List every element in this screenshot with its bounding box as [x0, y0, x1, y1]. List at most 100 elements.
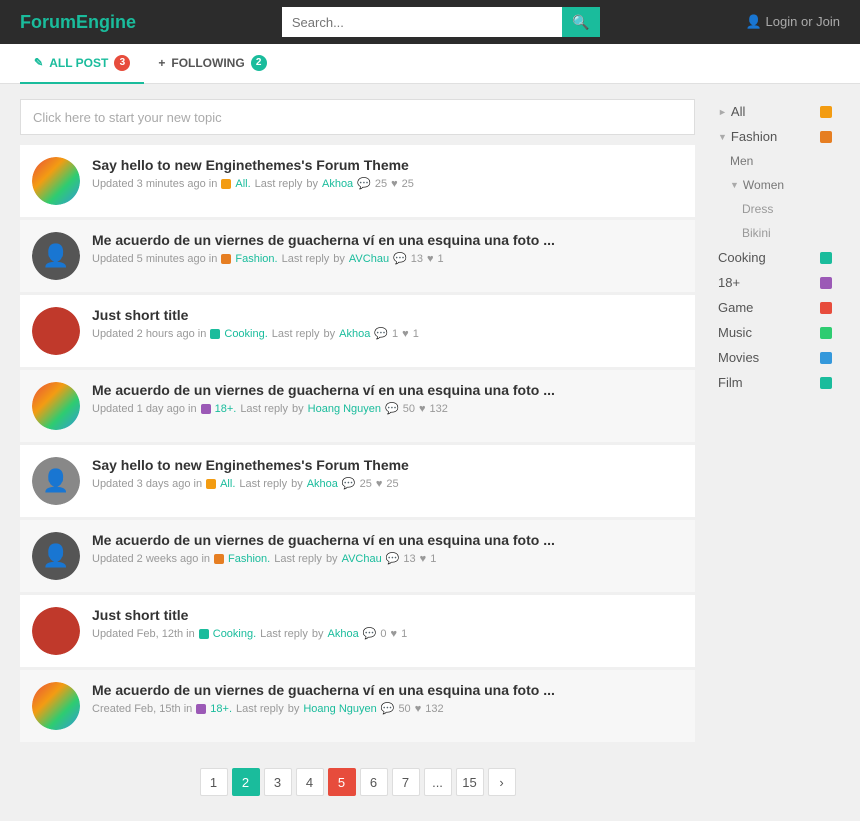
like-icon: ♥	[391, 628, 398, 640]
like-icon: ♥	[419, 403, 426, 415]
category-badge	[214, 554, 224, 564]
sidebar-category-label: Cooking	[718, 250, 766, 265]
post-title[interactable]: Me acuerdo de un viernes de guacherna ví…	[92, 382, 683, 398]
like-icon: ♥	[427, 253, 434, 265]
tabs-bar: ✎ ALL POST 3 + FOLLOWING 2	[0, 44, 860, 84]
search-input[interactable]	[282, 7, 562, 37]
avatar	[32, 607, 80, 655]
logo-highlight: Engine	[76, 12, 136, 32]
category-label[interactable]: 18+.	[215, 403, 237, 415]
like-count: 1	[401, 628, 407, 640]
post-time: Updated 3 minutes ago in	[92, 178, 217, 190]
comment-icon: 💬	[385, 402, 399, 415]
page-3[interactable]: 3	[264, 768, 292, 796]
post-item: Say hello to new Enginethemes's Forum Th…	[20, 145, 695, 218]
last-reply-author[interactable]: Akhoa	[307, 478, 338, 490]
logo-text: Forum	[20, 12, 76, 32]
last-reply-author[interactable]: AVChau	[349, 253, 389, 265]
user-icon: 👤	[746, 14, 762, 29]
logo: ForumEngine	[20, 12, 136, 33]
comment-count: 1	[392, 328, 398, 340]
category-label[interactable]: All.	[220, 478, 235, 490]
post-title[interactable]: Me acuerdo de un viernes de guacherna ví…	[92, 232, 683, 248]
pagination: 1 2 3 4 5 6 7 ... 15 ›	[20, 758, 695, 806]
sidebar-item-bikini[interactable]: Bikini	[710, 221, 840, 245]
comment-count: 25	[360, 478, 372, 490]
sidebar-item-music[interactable]: Music	[710, 320, 840, 345]
post-title[interactable]: Say hello to new Enginethemes's Forum Th…	[92, 457, 683, 473]
like-icon: ♥	[391, 178, 398, 190]
post-time: Updated 2 hours ago in	[92, 328, 206, 340]
like-icon: ♥	[376, 478, 383, 490]
post-title[interactable]: Me acuerdo de un viernes de guacherna ví…	[92, 682, 683, 698]
comment-count: 50	[398, 703, 410, 715]
sidebar-item-18+[interactable]: 18+	[710, 270, 840, 295]
post-title[interactable]: Just short title	[92, 607, 683, 623]
comment-icon: 💬	[363, 627, 377, 640]
sidebar-category-label: All	[731, 104, 745, 119]
tab-all-post[interactable]: ✎ ALL POST 3	[20, 44, 144, 84]
comment-icon: 💬	[374, 327, 388, 340]
category-color-dot	[820, 252, 832, 264]
avatar: 👤	[32, 457, 80, 505]
new-topic-input[interactable]: Click here to start your new topic	[20, 99, 695, 135]
last-reply-author[interactable]: Hoang Nguyen	[303, 703, 376, 715]
post-title[interactable]: Just short title	[92, 307, 683, 323]
last-reply-author[interactable]: AVChau	[342, 553, 382, 565]
comment-icon: 💬	[386, 552, 400, 565]
sidebar-item-dress[interactable]: Dress	[710, 197, 840, 221]
category-label[interactable]: Cooking.	[224, 328, 267, 340]
last-reply-author[interactable]: Hoang Nguyen	[308, 403, 381, 415]
sidebar-item-cooking[interactable]: Cooking	[710, 245, 840, 270]
post-time: Updated 3 days ago in	[92, 478, 202, 490]
post-list: Say hello to new Enginethemes's Forum Th…	[20, 145, 695, 743]
arrow-icon: ▼	[718, 132, 727, 142]
page-next[interactable]: ›	[488, 768, 516, 796]
post-item: 👤 Me acuerdo de un viernes de guacherna …	[20, 220, 695, 293]
sidebar-item-women[interactable]: ▼ Women	[710, 173, 840, 197]
page-5[interactable]: 5	[328, 768, 356, 796]
last-reply-preposition: by	[333, 253, 345, 265]
category-label[interactable]: 18+.	[210, 703, 232, 715]
sidebar-item-men[interactable]: Men	[710, 149, 840, 173]
sidebar-item-game[interactable]: Game	[710, 295, 840, 320]
like-icon: ♥	[402, 328, 409, 340]
like-count: 1	[413, 328, 419, 340]
sidebar-item-all[interactable]: ►All	[710, 99, 840, 124]
last-reply-preposition: by	[326, 553, 338, 565]
arrow-icon: ▼	[730, 180, 739, 190]
page-15[interactable]: 15	[456, 768, 484, 796]
like-count: 1	[430, 553, 436, 565]
post-item: Just short title Updated 2 hours ago in …	[20, 295, 695, 368]
sidebar-item-film[interactable]: Film	[710, 370, 840, 395]
page-6[interactable]: 6	[360, 768, 388, 796]
page-7[interactable]: 7	[392, 768, 420, 796]
search-button[interactable]: 🔍	[562, 7, 600, 37]
category-label[interactable]: Cooking.	[213, 628, 256, 640]
sidebar-category-label: Movies	[718, 350, 759, 365]
sidebar-category-label: Men	[730, 154, 753, 168]
last-reply-author[interactable]: Akhoa	[322, 178, 353, 190]
post-time: Updated Feb, 12th in	[92, 628, 195, 640]
category-label[interactable]: Fashion.	[228, 553, 270, 565]
category-label[interactable]: All.	[235, 178, 250, 190]
post-meta: Updated 1 day ago in 18+. Last reply by …	[92, 402, 683, 415]
post-content: Me acuerdo de un viernes de guacherna ví…	[92, 682, 683, 715]
page-1[interactable]: 1	[200, 768, 228, 796]
page-4[interactable]: 4	[296, 768, 324, 796]
sidebar-category-label: Women	[743, 178, 784, 192]
last-reply-author[interactable]: Akhoa	[328, 628, 359, 640]
login-link[interactable]: 👤 Login or Join	[746, 14, 840, 30]
page-2[interactable]: 2	[232, 768, 260, 796]
tab-following[interactable]: + FOLLOWING 2	[144, 44, 280, 84]
category-badge	[210, 329, 220, 339]
post-title[interactable]: Say hello to new Enginethemes's Forum Th…	[92, 157, 683, 173]
category-label[interactable]: Fashion.	[235, 253, 277, 265]
comment-count: 0	[380, 628, 386, 640]
last-reply-author[interactable]: Akhoa	[339, 328, 370, 340]
avatar: 👤	[32, 532, 80, 580]
sidebar-item-fashion[interactable]: ▼Fashion	[710, 124, 840, 149]
post-title[interactable]: Me acuerdo de un viernes de guacherna ví…	[92, 532, 683, 548]
sidebar-item-movies[interactable]: Movies	[710, 345, 840, 370]
avatar	[32, 682, 80, 730]
